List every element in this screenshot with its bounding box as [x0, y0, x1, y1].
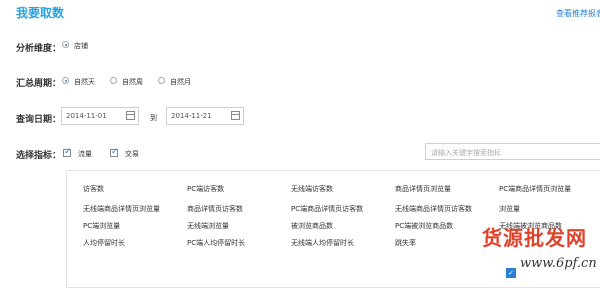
metric-search-input[interactable]: 请输入关键字搜索指标 [425, 143, 600, 160]
period-radio-day[interactable] [62, 77, 69, 84]
checkbox-trade[interactable] [110, 147, 119, 157]
page-title: 我要取数 [16, 6, 65, 20]
metric-item[interactable]: 无线端人均停留时长 [291, 238, 354, 248]
metric-item[interactable]: 无线端商品详情页访客数 [395, 204, 472, 214]
watermark-text: 货源批发网 [482, 226, 587, 250]
date-separator: 到 [150, 114, 157, 122]
metric-item[interactable]: PC端商品详情页浏览量 [499, 184, 571, 194]
metric-item[interactable]: 被浏览商品数 [291, 221, 333, 231]
metric-item[interactable]: PC端访客数 [187, 184, 224, 194]
period-label: 汇总周期： [16, 79, 62, 89]
metric-item[interactable]: PC端浏览量 [83, 221, 120, 231]
metric-item[interactable]: 浏览量 [499, 204, 520, 214]
dates-row: 查询日期： [16, 112, 61, 125]
view-recommended-link[interactable]: 查看推荐报表 [556, 8, 600, 19]
metric-item[interactable]: PC端商品详情页访客数 [291, 204, 363, 214]
metrics-row: 选择指标： [16, 148, 61, 161]
dimension-radio-shop[interactable] [62, 41, 69, 48]
metric-item[interactable]: 访客数 [83, 184, 104, 194]
dates-label: 查询日期： [16, 115, 62, 125]
period-row: 汇总周期： [16, 76, 61, 89]
period-option-week: 自然周 [122, 78, 143, 86]
metric-item[interactable]: PC端人均停留时长 [187, 238, 245, 248]
checkbox-traffic[interactable] [63, 147, 72, 157]
period-radio-week[interactable] [110, 77, 117, 84]
metric-item[interactable]: 无线端浏览量 [187, 221, 229, 231]
period-option-month: 自然月 [170, 78, 191, 86]
period-radio-month[interactable] [158, 77, 165, 84]
start-date-value: 2014-11-01 [66, 112, 107, 120]
metric-item[interactable]: 人均停留时长 [83, 238, 125, 248]
dimension-row: 分析维度： [16, 41, 61, 54]
dimension-option-label: 店铺 [74, 42, 88, 50]
metric-item[interactable]: 跳失率 [395, 238, 416, 248]
metric-item[interactable]: PC端被浏览商品数 [395, 221, 453, 231]
metrics-label: 选择指标： [16, 151, 62, 161]
dimension-label: 分析维度： [16, 44, 62, 54]
metric-item[interactable]: 商品详情页访客数 [187, 204, 243, 214]
period-option-day: 自然天 [74, 78, 95, 86]
metric-item[interactable]: 无线端访客数 [291, 184, 333, 194]
end-date-input[interactable]: 2014-11-21 [166, 107, 244, 125]
checkbox-traffic-label: 流量 [78, 150, 92, 158]
calendar-icon[interactable] [126, 111, 135, 120]
end-date-value: 2014-11-21 [171, 112, 212, 120]
metric-search-placeholder: 请输入关键字搜索指标 [431, 149, 501, 157]
metric-item[interactable]: 商品详情页浏览量 [395, 184, 451, 194]
start-date-input[interactable]: 2014-11-01 [61, 107, 139, 125]
calendar-icon[interactable] [231, 111, 240, 120]
watermark-badge-icon: ✓ [506, 268, 516, 278]
checkbox-trade-label: 交易 [125, 150, 139, 158]
watermark-url: www.6pf.cn [520, 256, 597, 271]
metric-item[interactable]: 无线端商品详情页浏览量 [83, 204, 160, 214]
